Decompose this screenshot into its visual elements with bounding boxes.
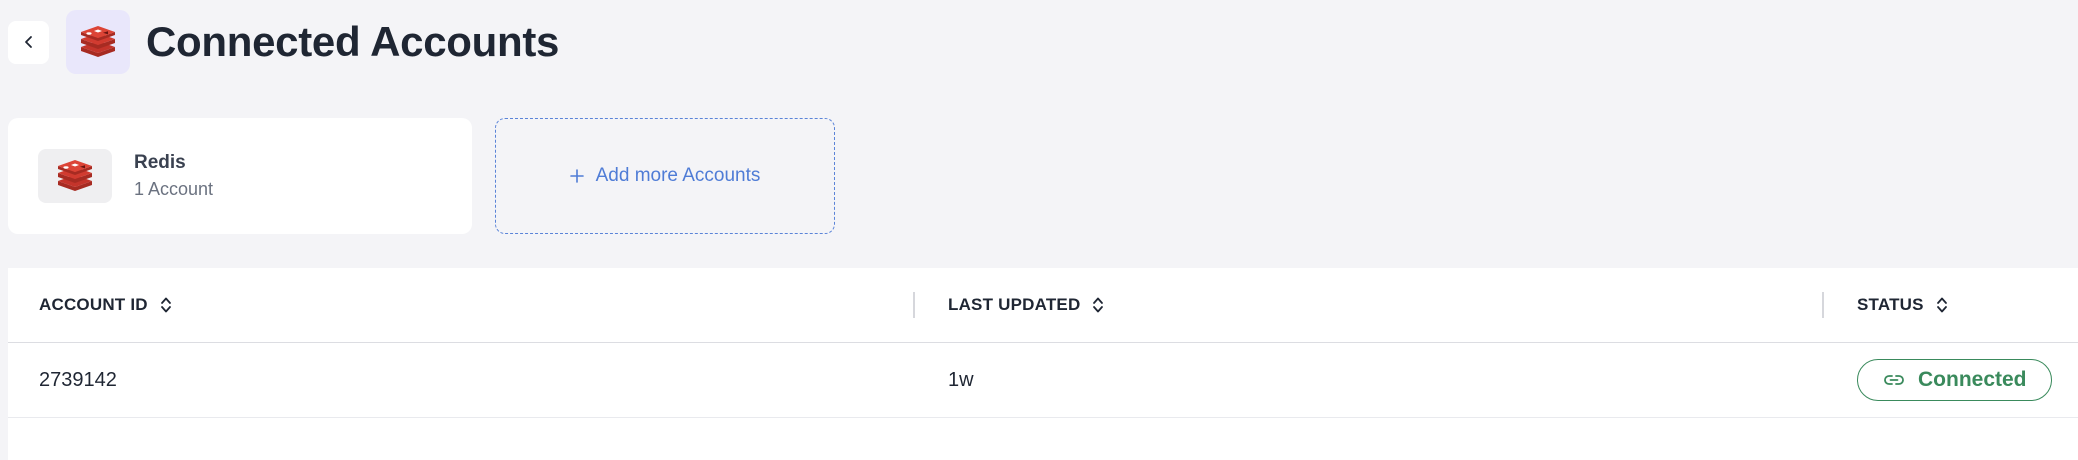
status-label: Connected: [1918, 368, 2027, 391]
page-header: Connected Accounts: [8, 10, 559, 74]
card-icon-container: [38, 149, 112, 203]
column-header-status[interactable]: STATUS: [1857, 268, 1948, 342]
column-label: LAST UPDATED: [948, 295, 1081, 314]
cell-status: Connected: [1857, 343, 2052, 417]
add-more-accounts-label: Add more Accounts: [595, 165, 761, 186]
redis-logo-icon: [81, 26, 115, 57]
link-icon: [1884, 375, 1904, 385]
column-divider[interactable]: [913, 292, 915, 318]
sort-icon: [160, 295, 172, 315]
sort-icon: [1092, 295, 1104, 315]
app-badge: [66, 10, 130, 74]
column-label: STATUS: [1857, 295, 1924, 314]
cell-account-id: 2739142: [39, 368, 117, 391]
page-title: Connected Accounts: [146, 18, 560, 65]
column-divider[interactable]: [1822, 292, 1824, 318]
column-label: ACCOUNT ID: [39, 295, 148, 314]
add-more-accounts-button[interactable]: Add more Accounts: [495, 118, 835, 234]
redis-logo-icon: [58, 160, 92, 191]
account-card-redis[interactable]: Redis 1 Account: [8, 118, 472, 234]
table-header: ACCOUNT ID LAST UPDATED STATUS: [8, 268, 2078, 343]
accounts-table: ACCOUNT ID LAST UPDATED STATUS 2739142 1…: [8, 268, 2078, 460]
column-header-account-id[interactable]: ACCOUNT ID: [39, 268, 172, 342]
chevron-left-icon: [24, 36, 32, 48]
back-button[interactable]: [8, 20, 49, 64]
plus-icon: [569, 165, 584, 187]
account-name: Redis: [134, 152, 186, 173]
cell-last-updated: 1w: [948, 368, 974, 391]
account-count: 1 Account: [134, 179, 214, 199]
sort-icon: [1936, 295, 1948, 315]
table-row[interactable]: 2739142 1w Connected: [8, 343, 2078, 418]
column-header-last-updated[interactable]: LAST UPDATED: [948, 268, 1104, 342]
card-text: Redis 1 Account: [134, 152, 213, 200]
status-badge[interactable]: Connected: [1857, 359, 2052, 401]
